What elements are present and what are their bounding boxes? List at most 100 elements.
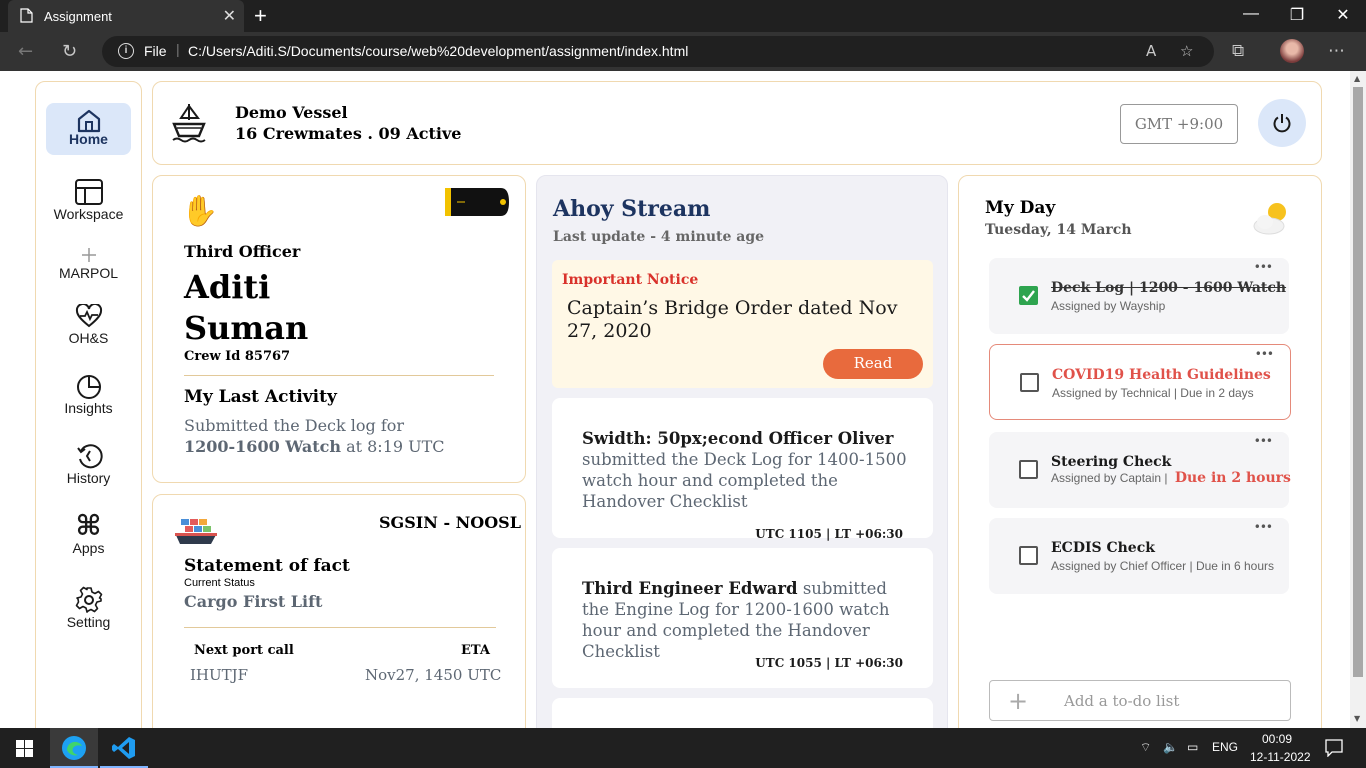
first-name: Aditi — [184, 268, 271, 306]
language-indicator[interactable]: ENG — [1212, 740, 1238, 754]
plus-icon: + — [1008, 687, 1029, 715]
windows-start-icon[interactable] — [16, 740, 33, 761]
workspace-icon — [46, 178, 131, 206]
taskbar-vscode[interactable] — [100, 728, 148, 768]
waving-hand-icon: ✋ — [181, 194, 219, 229]
my-day-title: My Day — [985, 198, 1056, 218]
profile-avatar[interactable] — [1280, 39, 1304, 63]
close-window-icon[interactable]: ✕ — [1320, 5, 1366, 25]
ahoy-stream: Ahoy Stream Last update - 4 minute age I… — [536, 175, 948, 728]
task-more-icon[interactable]: ••• — [1254, 260, 1273, 274]
sidebar-item-history[interactable]: History — [46, 442, 131, 494]
cargo-ship-icon — [173, 517, 219, 551]
sidebar: Home Workspace MARPOL OH&S Insights Hist… — [35, 81, 142, 728]
sidebar-item-label: Insights — [64, 400, 113, 416]
address-bar-row: ← ↻ i File | C:/Users/Aditi.S/Documents/… — [0, 32, 1366, 71]
eta-value: Nov27, 1450 UTC — [365, 666, 502, 684]
vessel-header: Demo Vessel 16 Crewmates . 09 Active GMT… — [152, 81, 1322, 165]
new-tab-icon[interactable]: + — [254, 3, 267, 29]
stream-title: Ahoy Stream — [553, 196, 711, 222]
extensions-icon[interactable]: ⧉ — [1232, 41, 1244, 61]
sidebar-item-marpol[interactable]: MARPOL — [46, 247, 131, 299]
taskbar-edge[interactable] — [50, 728, 98, 768]
url-text[interactable]: C:/Users/Aditi.S/Documents/course/web%20… — [188, 43, 688, 59]
post-author: Third Engineer Edward — [582, 579, 798, 598]
sidebar-item-label: MARPOL — [58, 265, 119, 281]
officer-rank: Third Officer — [184, 242, 301, 261]
eta-label: ETA — [461, 643, 490, 658]
my-day-date: Tuesday, 14 March — [985, 222, 1132, 238]
sidebar-item-label: Apps — [72, 540, 105, 556]
read-button[interactable]: Read — [823, 349, 923, 379]
restore-icon[interactable]: ❐ — [1274, 5, 1320, 25]
page-scrollbar[interactable]: ▲ ▼ — [1350, 71, 1366, 728]
more-menu-icon[interactable]: ⋯ — [1328, 41, 1345, 61]
stream-post[interactable] — [552, 698, 933, 728]
post-body: submitted the Deck Log for 1400-1500 wat… — [582, 450, 907, 511]
read-aloud-icon[interactable]: A — [1146, 42, 1156, 60]
url-scheme: File — [144, 43, 167, 59]
task-checkbox[interactable] — [1019, 286, 1038, 305]
add-todo-input[interactable]: + Add a to-do list — [989, 680, 1291, 721]
task-checkbox[interactable] — [1019, 546, 1038, 565]
task-more-icon[interactable]: ••• — [1254, 520, 1273, 534]
clock-time[interactable]: 00:09 — [1262, 732, 1292, 746]
task-checkbox[interactable] — [1020, 373, 1039, 392]
add-todo-placeholder: Add a to-do list — [1064, 692, 1180, 710]
power-button[interactable] — [1258, 99, 1306, 147]
sidebar-item-workspace[interactable]: Workspace — [46, 178, 131, 230]
url-field[interactable]: i File | C:/Users/Aditi.S/Documents/cour… — [102, 36, 1214, 67]
crew-status: 16 Crewmates . 09 Active — [235, 124, 462, 143]
history-icon — [46, 442, 131, 470]
info-icon[interactable]: i — [118, 43, 134, 59]
next-port-value: IHUTJF — [190, 666, 249, 684]
sidebar-item-setting[interactable]: Setting — [46, 586, 131, 638]
clock-date[interactable]: 12-11-2022 — [1250, 750, 1311, 764]
stream-post[interactable]: Swidth: 50px;econd Officer Oliver submit… — [552, 398, 933, 541]
my-day-panel: My Day Tuesday, 14 March ••• Deck Log | … — [958, 175, 1322, 728]
route-code: SGSIN - NOOSL — [379, 513, 521, 532]
stream-post[interactable]: Third Engineer Edward submitted the Engi… — [552, 548, 933, 688]
task-title: Deck Log | 1200 - 1600 Watch — [1051, 280, 1287, 296]
timezone-button[interactable]: GMT +9:00 — [1120, 104, 1238, 144]
sidebar-item-home[interactable]: Home — [46, 103, 131, 155]
vessel-name: Demo Vessel — [235, 103, 348, 122]
profile-card: ✋ Third Officer Aditi Suman Crew Id 8576… — [152, 175, 526, 483]
network-icon[interactable]: ⌔ — [1140, 740, 1151, 755]
task-title: COVID19 Health Guidelines — [1052, 367, 1271, 383]
task-item[interactable]: ••• Deck Log | 1200 - 1600 Watch Assigne… — [989, 258, 1289, 334]
post-text: Third Engineer Edward submitted the Engi… — [582, 578, 912, 662]
task-more-icon[interactable]: ••• — [1255, 347, 1274, 361]
sidebar-item-ohs[interactable]: OH&S — [46, 302, 131, 356]
page-icon — [20, 8, 33, 26]
task-checkbox[interactable] — [1019, 460, 1038, 479]
browser-tab-bar: Assignment ✕ + — ❐ ✕ — [0, 0, 1366, 32]
post-timestamp: UTC 1055 | LT +06:30 — [755, 656, 903, 670]
plus-icon — [46, 247, 131, 265]
statement-of-fact-heading: Statement of fact — [184, 556, 350, 576]
volume-icon[interactable]: 🔈 — [1163, 740, 1178, 754]
url-separator: | — [176, 41, 180, 57]
sidebar-item-insights[interactable]: Insights — [46, 372, 131, 424]
back-icon[interactable]: ← — [18, 41, 33, 62]
scrollbar-thumb[interactable] — [1353, 87, 1363, 677]
task-item[interactable]: ••• ECDIS Check Assigned by Chief Office… — [989, 518, 1289, 594]
sidebar-item-apps[interactable]: ⌘ Apps — [46, 512, 131, 564]
notification-icon[interactable] — [1325, 739, 1343, 761]
last-activity-watch: 1200-1600 Watch — [184, 437, 341, 456]
gear-icon — [46, 586, 131, 614]
scroll-down-icon[interactable]: ▼ — [1354, 714, 1360, 723]
close-tab-icon[interactable]: ✕ — [223, 6, 236, 26]
refresh-icon[interactable]: ↻ — [62, 41, 77, 62]
battery-icon[interactable]: ▭ — [1187, 740, 1198, 754]
minimize-icon[interactable]: — — [1228, 5, 1274, 23]
browser-tab[interactable]: Assignment ✕ — [8, 0, 244, 32]
favorite-add-icon[interactable]: ☆ — [1180, 42, 1193, 60]
task-item[interactable]: ••• COVID19 Health Guidelines Assigned b… — [989, 344, 1291, 420]
task-more-icon[interactable]: ••• — [1254, 434, 1273, 448]
task-subtitle: Assigned by Chief Officer | Due in 6 hou… — [1051, 559, 1275, 573]
last-name: Suman — [184, 309, 309, 347]
scroll-up-icon[interactable]: ▲ — [1354, 74, 1360, 83]
task-item[interactable]: ••• Steering Check Assigned by Captain |… — [989, 432, 1291, 508]
task-subtitle: Assigned by Wayship — [1051, 299, 1166, 313]
